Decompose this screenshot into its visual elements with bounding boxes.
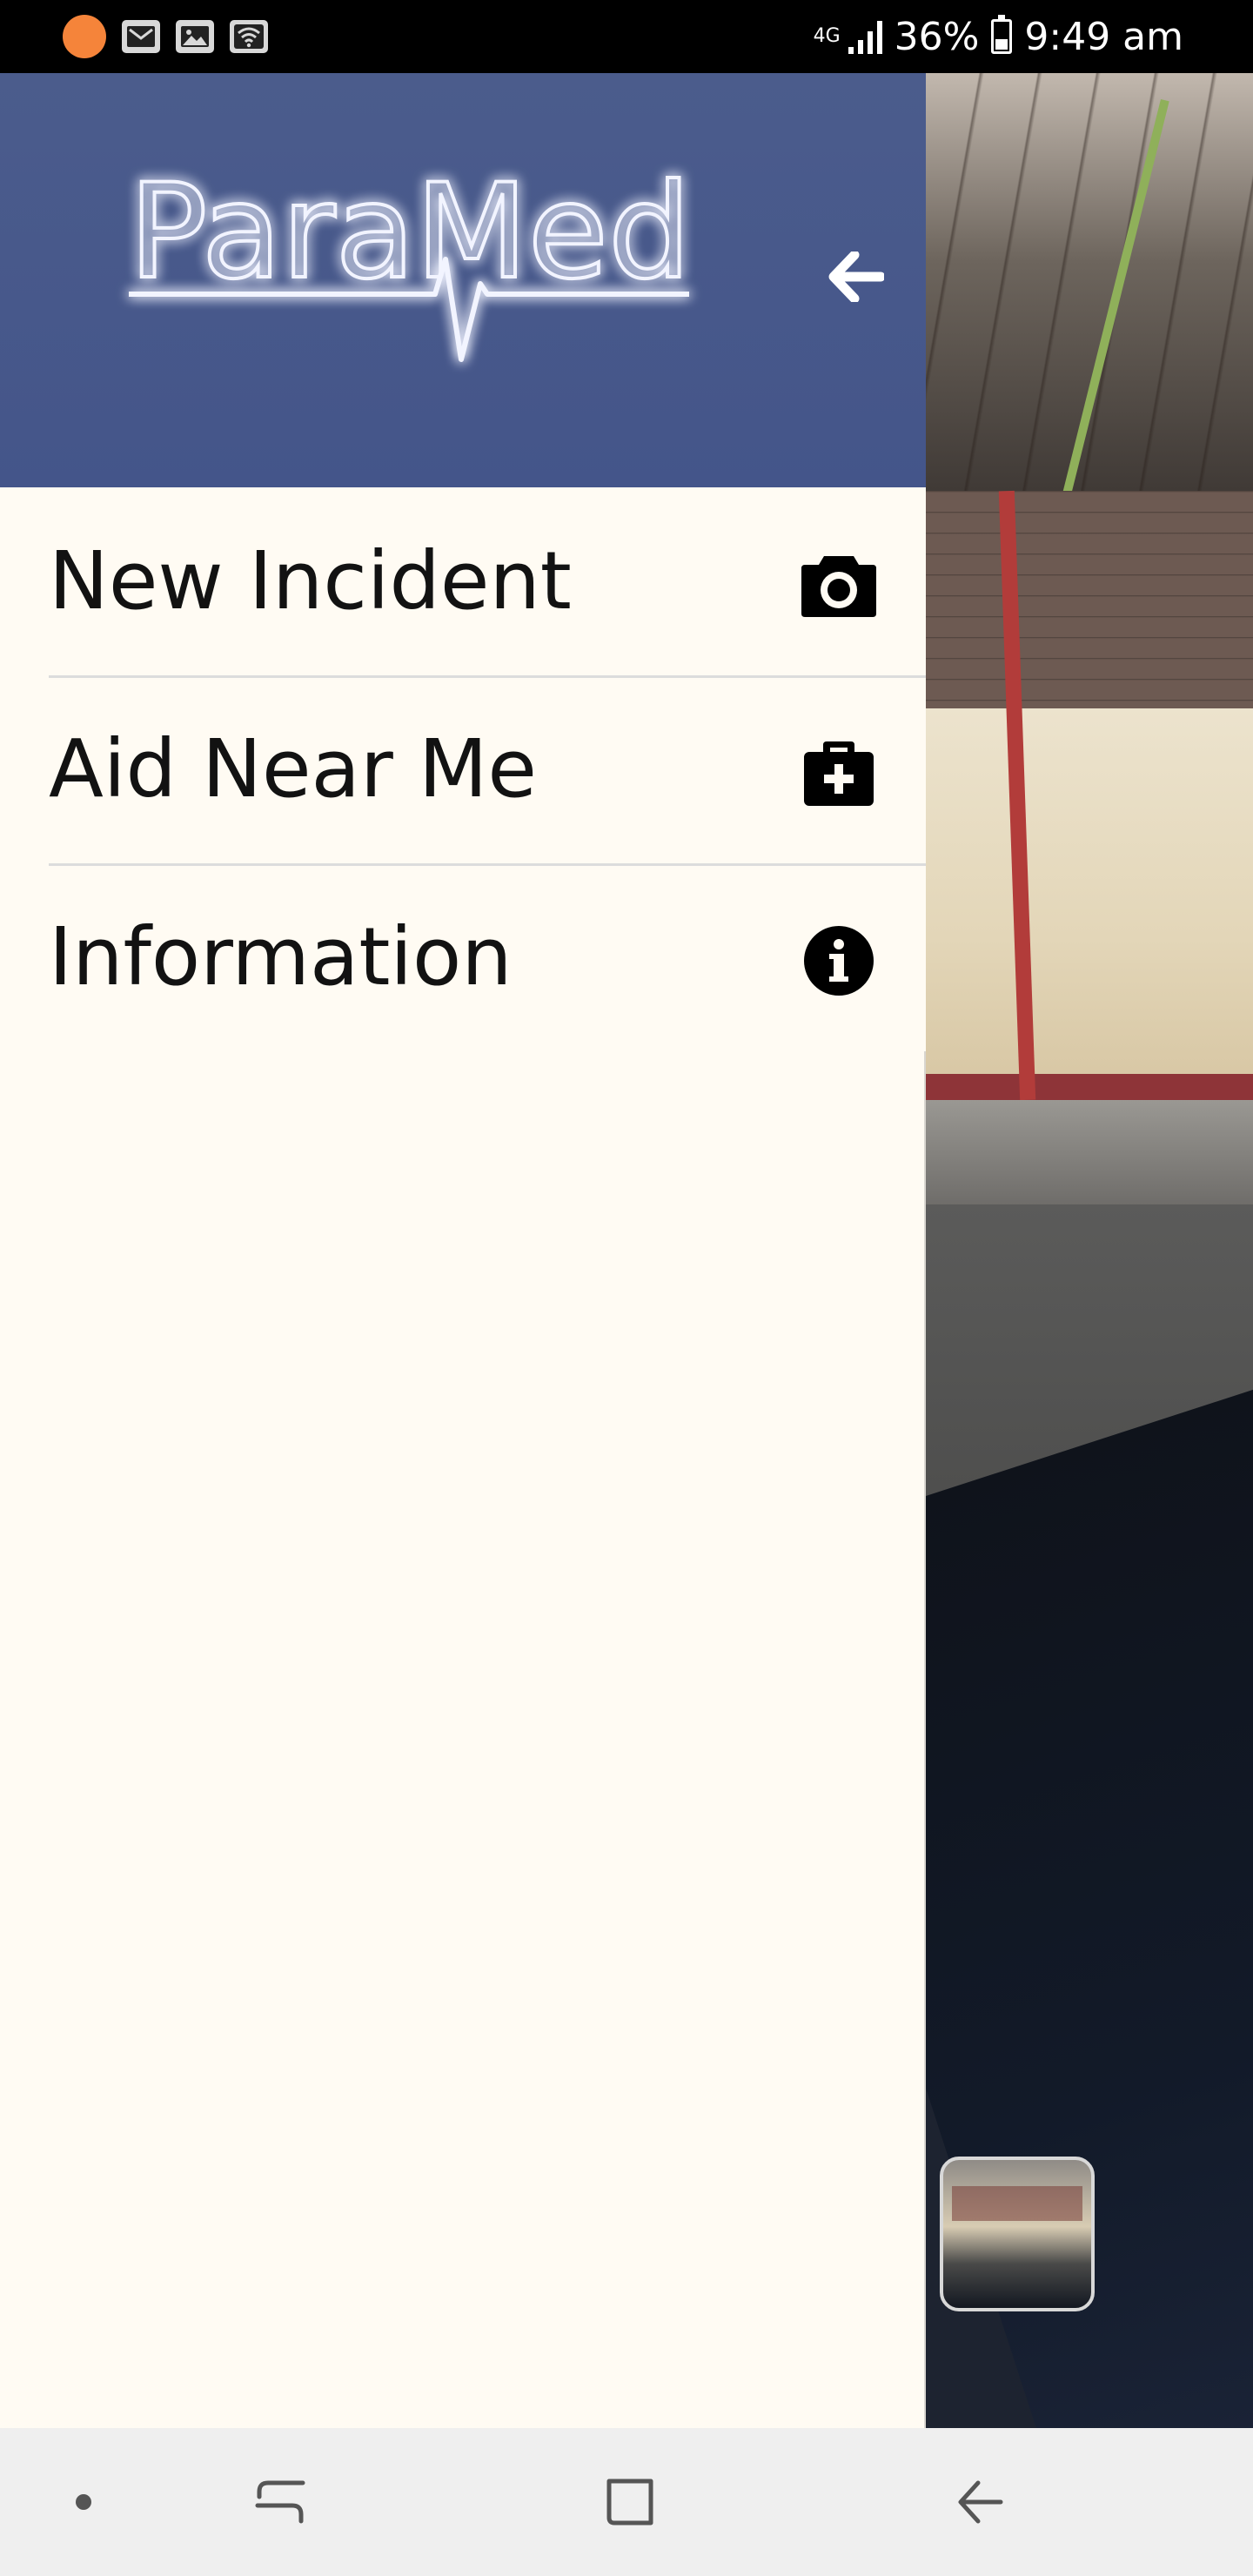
status-bar: 4G 36% 9:49 am	[0, 0, 1253, 73]
camera-preview	[926, 73, 1253, 2428]
scene-wall	[926, 708, 1253, 1091]
drawer-menu: New Incident Aid Near Me Information	[0, 487, 926, 1051]
gallery-icon	[176, 20, 214, 53]
scene-pavement	[926, 1100, 1253, 1204]
signal-icon	[848, 19, 882, 54]
battery-level-fill	[995, 38, 1008, 50]
wifi-icon	[230, 20, 268, 53]
clock: 9:49 am	[1024, 14, 1183, 59]
home-dot-icon	[76, 2494, 91, 2510]
navigation-drawer: ParaMed New Incident Aid Near Me Informa…	[0, 73, 926, 2428]
arrow-back-icon	[828, 252, 884, 302]
nav-back-button[interactable]	[945, 2467, 1015, 2537]
recent-apps-button[interactable]	[245, 2467, 315, 2537]
system-navigation-bar	[0, 2428, 1253, 2576]
back-button[interactable]	[818, 238, 895, 315]
paramed-logo: ParaMed	[122, 155, 696, 407]
recent-apps-icon	[255, 2480, 305, 2524]
menu-item-information[interactable]: Information	[0, 863, 926, 1051]
network-type: 4G	[813, 25, 841, 47]
info-icon	[797, 919, 881, 1003]
back-icon	[958, 2480, 1003, 2524]
logo-text: ParaMed	[129, 157, 691, 308]
battery-percentage: 36%	[894, 14, 980, 59]
notification-dot-icon	[63, 15, 106, 58]
menu-item-label: Aid Near Me	[49, 722, 537, 815]
gallery-thumbnail[interactable]	[940, 2157, 1095, 2311]
home-dot-button[interactable]	[49, 2467, 118, 2537]
home-icon	[606, 2479, 653, 2526]
drawer-header: ParaMed	[0, 73, 926, 487]
paramed-logo-graphic: ParaMed	[127, 155, 693, 362]
gmail-icon	[122, 20, 160, 53]
menu-item-aid-near-me[interactable]: Aid Near Me	[0, 675, 926, 863]
notification-icons	[63, 15, 268, 58]
system-status: 4G 36% 9:49 am	[814, 12, 1183, 61]
menu-item-label: Information	[49, 910, 513, 1003]
home-button[interactable]	[595, 2467, 665, 2537]
scene-roof	[926, 73, 1253, 491]
battery-icon	[991, 15, 1013, 54]
menu-item-new-incident[interactable]: New Incident	[0, 487, 926, 675]
menu-item-label: New Incident	[49, 534, 572, 627]
first-aid-kit-icon	[797, 731, 881, 815]
camera-icon	[797, 543, 881, 627]
